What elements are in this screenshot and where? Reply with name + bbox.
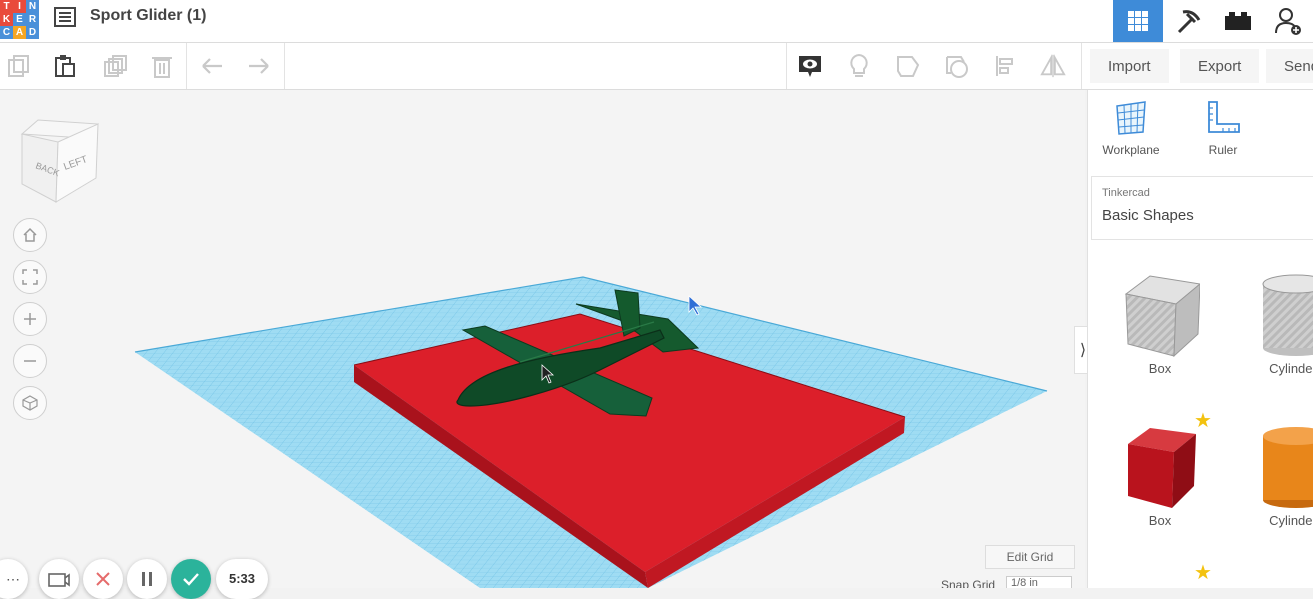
zoom-in-icon[interactable] <box>13 302 47 336</box>
notes-tool[interactable]: No <box>1271 100 1313 157</box>
logo-letter: C <box>0 26 13 39</box>
export-button[interactable]: Export <box>1180 49 1260 83</box>
shape-label: Box <box>1148 513 1172 528</box>
cylinder-hole-icon <box>1262 274 1313 356</box>
close-icon[interactable] <box>83 559 123 599</box>
logo-letter: K <box>0 13 13 26</box>
logo-letter: I <box>13 0 26 13</box>
shape-label: Box <box>1148 361 1172 376</box>
design-title[interactable]: Sport Glider (1) <box>90 7 206 25</box>
align-icon[interactable] <box>993 53 1019 79</box>
mirror-icon[interactable] <box>1040 53 1066 79</box>
shape-label: Cylinder <box>1269 361 1313 376</box>
ruler-icon <box>1208 101 1240 133</box>
shapes-panel: Workplane Ruler No Tinkercad Basic Shape… <box>1087 90 1313 588</box>
workplane-tool-label: Workplane <box>1102 143 1160 157</box>
library-source: Tinkercad <box>1102 187 1150 199</box>
recording-timer: 5:33 <box>216 559 268 599</box>
zoom-out-icon[interactable] <box>13 344 47 378</box>
logo-letter: R <box>26 13 39 26</box>
view-cube[interactable]: BACK LEFT <box>18 118 102 204</box>
shape-cylinder-hole[interactable]: Cylinder <box>1248 270 1313 376</box>
shape-library-selector[interactable]: Tinkercad Basic Shapes <box>1091 176 1313 240</box>
snap-grid-label: Snap Grid <box>941 578 996 588</box>
notes-icon <box>1293 100 1313 136</box>
camera-icon[interactable] <box>39 559 79 599</box>
shape-icon[interactable] <box>895 53 921 79</box>
ruler-tool[interactable]: Ruler <box>1183 100 1263 157</box>
perspective-icon[interactable] <box>13 386 47 420</box>
logo-letter: D <box>26 26 39 39</box>
3d-viewport[interactable]: BACK LEFT Edit Grid Snap Grid 1/8 in <box>0 90 1085 588</box>
logo-letter: T <box>0 0 13 13</box>
design-list-icon[interactable] <box>54 6 76 28</box>
pickaxe-icon[interactable] <box>1163 0 1213 42</box>
delete-icon[interactable] <box>149 53 175 79</box>
box-solid-icon <box>1128 428 1196 508</box>
snap-grid-select[interactable]: 1/8 in <box>1006 576 1072 588</box>
shape-cylinder-solid[interactable]: Cylinder <box>1248 422 1313 528</box>
tinkercad-logo[interactable]: T I N K E R C A D <box>0 0 40 40</box>
edit-toolbar: Import Export Send <box>0 43 1313 90</box>
home-view-icon[interactable] <box>13 218 47 252</box>
shape-box-solid[interactable]: Box <box>1115 422 1205 528</box>
check-icon[interactable] <box>171 559 211 599</box>
logo-letter: A <box>13 26 26 39</box>
grid-view-icon[interactable] <box>1113 0 1163 42</box>
notes-toggle-icon[interactable] <box>797 53 823 79</box>
logo-letter: E <box>13 13 26 26</box>
chevron-right-icon: ⟩ <box>1079 342 1087 359</box>
shape-label: Cylinder <box>1269 513 1313 528</box>
box-hole-icon <box>1124 275 1202 358</box>
library-name: Basic Shapes <box>1102 207 1194 224</box>
bricks-icon[interactable] <box>1213 0 1263 42</box>
workplane-scene[interactable] <box>0 90 1085 588</box>
logo-letter: N <box>26 0 39 13</box>
shape-box-hole[interactable]: Box <box>1115 270 1205 376</box>
send-to-button[interactable]: Send <box>1266 49 1313 83</box>
workplane-icon <box>1116 101 1146 135</box>
favorite-star-icon[interactable]: ★ <box>1194 560 1212 585</box>
edit-grid-button[interactable]: Edit Grid <box>985 545 1075 569</box>
fit-view-icon[interactable] <box>13 260 47 294</box>
import-button[interactable]: Import <box>1090 49 1169 83</box>
pause-icon[interactable] <box>127 559 167 599</box>
cylinder-solid-icon <box>1263 427 1313 508</box>
paste-icon[interactable] <box>52 53 78 79</box>
ruler-tool-label: Ruler <box>1208 143 1238 157</box>
notes-tool-label: No <box>1301 143 1313 157</box>
hole-icon[interactable] <box>944 53 970 79</box>
copy-icon[interactable] <box>6 53 32 79</box>
add-user-icon[interactable] <box>1263 0 1313 42</box>
workplane-tool[interactable]: Workplane <box>1091 100 1171 157</box>
light-bulb-icon[interactable] <box>846 53 872 79</box>
duplicate-icon[interactable] <box>102 53 128 79</box>
redo-icon[interactable] <box>246 53 272 79</box>
undo-icon[interactable] <box>199 53 225 79</box>
top-bar: T I N K E R C A D Sport Glider (1) <box>0 0 1313 43</box>
